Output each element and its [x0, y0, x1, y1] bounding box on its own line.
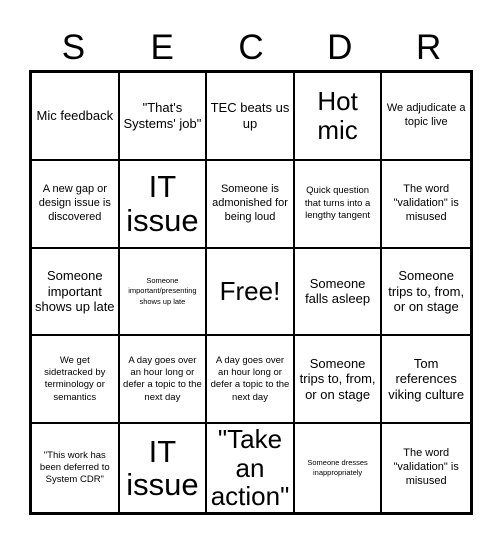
bingo-cell-r4c4[interactable]: Someone trips to, from, or on stage [294, 336, 383, 425]
bingo-cell-r5c2[interactable]: IT issue [119, 424, 208, 512]
bingo-cell-r3c3[interactable]: Free! [207, 248, 295, 337]
bingo-cell-r1c3[interactable]: TEC beats us up [207, 73, 295, 161]
bingo-cell-r2c4[interactable]: Quick question that turns into a lengthy… [294, 160, 383, 249]
bingo-cell-r5c3[interactable]: "Take an action" [207, 424, 295, 512]
bingo-cell-r3c2[interactable]: Someone important/presenting shows up la… [119, 248, 208, 337]
bingo-cell-label: "This work has been deferred to System C… [39, 449, 110, 486]
bingo-cell-label: Tom references viking culture [388, 355, 465, 403]
bingo-cell-r3c4[interactable]: Someone falls asleep [294, 248, 383, 337]
bingo-cell-r4c3[interactable]: A day goes over an hour long or defer a … [207, 336, 295, 425]
bingo-cell-label: The word "validation" is misused [393, 183, 459, 223]
bingo-header-row: SECDR [29, 24, 473, 70]
bingo-cell-label: A day goes over an hour long or defer a … [123, 354, 202, 403]
bingo-header-letter-c: C [238, 27, 264, 67]
bingo-cell-r1c4[interactable]: Hot mic [294, 73, 383, 161]
bingo-cell-label: Someone trips to, from, or on stage [388, 268, 465, 315]
bingo-cell-label: The word "validation" is misused [393, 447, 459, 487]
bingo-cell-r2c1[interactable]: A new gap or design issue is discovered [32, 160, 120, 249]
bingo-cell-label: Someone trips to, from, or on stage [299, 355, 376, 403]
bingo-cell-r3c5[interactable]: Someone trips to, from, or on stage [382, 248, 470, 337]
bingo-cell-r5c1[interactable]: "This work has been deferred to System C… [32, 424, 120, 512]
bingo-cell-label: "Take an action" [210, 424, 290, 512]
bingo-cell-label: Mic feedback [36, 108, 114, 124]
bingo-cell-label: Someone dresses inappropriately [307, 457, 368, 478]
bingo-cell-label: IT issue [126, 433, 199, 503]
bingo-grid: Mic feedback "That's Systems' job" TEC bea… [29, 70, 473, 515]
bingo-cell-r5c4[interactable]: Someone dresses inappropriately [294, 424, 383, 512]
bingo-cell-r1c1[interactable]: Mic feedback [32, 73, 120, 161]
bingo-cell-label: "That's Systems' job" [123, 100, 202, 131]
bingo-cell-label: Someone important shows up late [35, 268, 115, 315]
bingo-card: S E C D R Mic feedback "That's Systems' job" T… [0, 0, 501, 544]
bingo-cell-label: IT issue [126, 169, 199, 238]
bingo-cell-r2c3[interactable]: Someone is admonished for being loud [207, 160, 295, 249]
bingo-cell-r3c1[interactable]: Someone important shows up late [32, 248, 120, 337]
bingo-cell-label: Quick question that turns into a lengthy… [304, 185, 371, 221]
bingo-cell-label: Free! [219, 276, 281, 307]
bingo-cell-label: A day goes over an hour long or defer a … [210, 354, 290, 403]
bingo-cell-label: We get sidetracked by terminology or sem… [44, 354, 106, 403]
bingo-header-letter-r: R [415, 27, 442, 67]
bingo-cell-label: Hot mic [317, 86, 358, 145]
bingo-cell-r4c1[interactable]: We get sidetracked by terminology or sem… [32, 336, 120, 425]
bingo-cell-r2c2[interactable]: IT issue [119, 160, 208, 249]
bingo-cell-r4c2[interactable]: A day goes over an hour long or defer a … [119, 336, 208, 425]
bingo-cell-r1c5[interactable]: We adjudicate a topic live [382, 73, 470, 161]
bingo-header-letter-d: D [327, 27, 353, 67]
bingo-header-letter-e: E [150, 27, 174, 67]
bingo-cell-r1c2[interactable]: "That's Systems' job" [119, 73, 208, 161]
bingo-header-letter-s: S [61, 27, 86, 67]
bingo-cell-r5c5[interactable]: The word "validation" is misused [382, 424, 470, 512]
bingo-cell-label: TEC beats us up [210, 100, 290, 131]
bingo-cell-label: We adjudicate a topic live [386, 102, 466, 128]
bingo-cell-label: Someone falls asleep [305, 275, 371, 307]
bingo-cell-r2c5[interactable]: The word "validation" is misused [382, 160, 470, 249]
bingo-cell-label: Someone is admonished for being loud [212, 183, 288, 223]
bingo-cell-r4c5[interactable]: Tom references viking culture [382, 336, 470, 425]
bingo-cell-label: Someone important/presenting shows up la… [128, 276, 197, 306]
bingo-cell-label: A new gap or design issue is discovered [38, 183, 111, 223]
